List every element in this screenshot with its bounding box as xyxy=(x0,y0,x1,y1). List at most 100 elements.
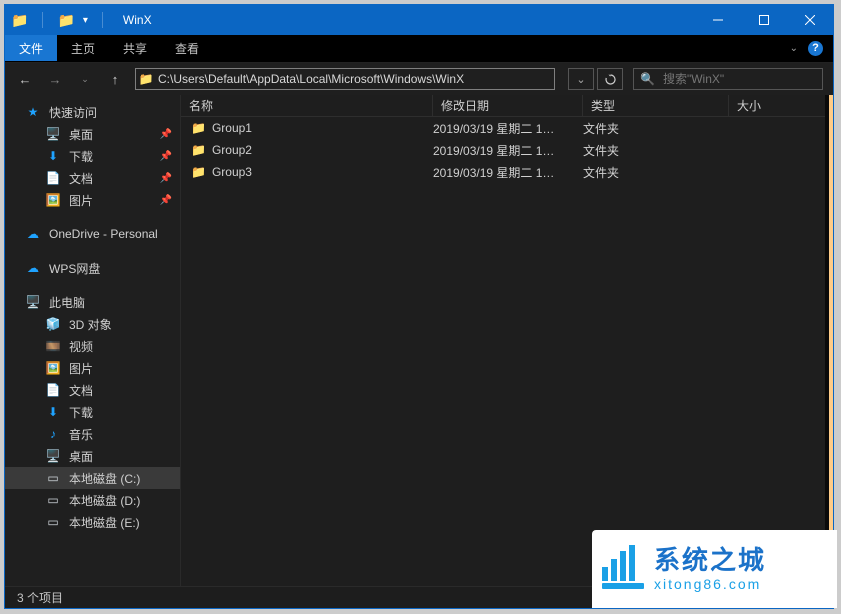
sidebar-item-label: WPS网盘 xyxy=(49,260,100,277)
sidebar-item[interactable]: ♪ 音乐 xyxy=(5,423,180,445)
drive-icon: ▭ xyxy=(45,471,61,485)
file-row[interactable]: 📁 Group2 2019/03/19 星期二 1… 文件夹 xyxy=(181,139,825,161)
minimize-icon xyxy=(713,15,723,25)
file-explorer-window: 📁 📁 ▾ WinX 文件 主页 xyxy=(4,4,834,609)
ribbon-expand-icon[interactable]: ⌄ xyxy=(790,43,798,54)
drive-icon: ▭ xyxy=(45,493,61,507)
minimize-button[interactable] xyxy=(695,5,741,35)
file-row[interactable]: 📁Group1 2019/03/19 星期二 1… 文件夹 xyxy=(181,117,825,139)
sidebar-item-label: 本地磁盘 (E:) xyxy=(69,514,140,531)
sidebar-quick-access[interactable]: ★快速访问 xyxy=(5,101,180,123)
file-date: 2019/03/19 星期二 1… xyxy=(433,120,583,137)
sidebar-item-label: 文档 xyxy=(69,382,93,399)
sidebar-item[interactable]: 🖼️ 图片 xyxy=(5,357,180,379)
column-size[interactable]: 大小 xyxy=(729,95,825,116)
maximize-button[interactable] xyxy=(741,5,787,35)
sidebar-onedrive[interactable]: ☁ OneDrive - Personal xyxy=(5,223,180,245)
search-icon: 🔍 xyxy=(640,72,655,86)
address-input[interactable] xyxy=(156,71,554,87)
nav-forward-button[interactable]: → xyxy=(45,72,65,87)
sidebar-item[interactable]: 🖥️ 桌面 xyxy=(5,445,180,467)
tab-file[interactable]: 文件 xyxy=(5,35,57,61)
close-button[interactable] xyxy=(787,5,833,35)
navigation-pane[interactable]: ★快速访问🖥️桌面📌⬇下载📌📄文档📌🖼️图片📌☁OneDrive - Perso… xyxy=(5,95,180,586)
sidebar-item[interactable]: 🧊3D 对象 xyxy=(5,313,180,335)
separator xyxy=(42,12,43,28)
tab-share[interactable]: 共享 xyxy=(109,35,161,61)
pc-icon: 🖥️ xyxy=(25,295,41,309)
folder-icon: 📁 xyxy=(136,72,156,86)
sidebar-item-label: 图片 xyxy=(69,192,93,209)
help-button[interactable]: ? xyxy=(808,41,823,56)
document-icon: 📄 xyxy=(45,171,61,185)
search-box[interactable]: 🔍 xyxy=(633,68,823,90)
sidebar-item-label: 下载 xyxy=(69,404,93,421)
drive-icon: ▭ xyxy=(45,515,61,529)
column-name[interactable]: 名称 xyxy=(181,95,433,116)
sidebar-item[interactable]: ▭ 本地磁盘 (E:) xyxy=(5,511,180,533)
address-history-button[interactable]: ⌄ xyxy=(568,68,594,90)
pin-icon: 📌 xyxy=(160,173,172,184)
file-list[interactable]: 📁Group1 2019/03/19 星期二 1… 文件夹 📁 Group2 20… xyxy=(181,117,825,586)
sidebar-item[interactable]: 🎞️视频 xyxy=(5,335,180,357)
picture-icon: 🖼️ xyxy=(45,361,61,375)
watermark-title: 系统之城 xyxy=(654,545,766,576)
close-icon xyxy=(805,15,815,25)
column-headers: 名称 修改日期 类型 大小 xyxy=(181,95,825,117)
file-name: Group2 xyxy=(212,143,252,157)
navigation-bar: ← → ⌄ ↑ 📁 ⌄ 🔍 xyxy=(5,63,833,95)
nav-back-button[interactable]: ← xyxy=(15,72,35,87)
folder-icon: 📁 xyxy=(57,12,74,29)
sidebar-item[interactable]: ▭ 本地磁盘 (C:) xyxy=(5,467,180,489)
video-icon: 🎞️ xyxy=(45,339,61,353)
sidebar-wps[interactable]: ☁ WPS网盘 xyxy=(5,257,180,279)
sidebar-item-label: 图片 xyxy=(69,360,93,377)
file-name: Group1 xyxy=(212,121,252,135)
window-title: WinX xyxy=(123,13,152,27)
sidebar-item[interactable]: 📄文档📌 xyxy=(5,167,180,189)
nav-recent-dropdown[interactable]: ⌄ xyxy=(75,74,95,85)
file-type: 文件夹 xyxy=(583,142,729,159)
file-date: 2019/03/19 星期二 1… xyxy=(433,142,583,159)
tab-home[interactable]: 主页 xyxy=(57,35,109,61)
sidebar-this-pc[interactable]: 🖥️此电脑 xyxy=(5,291,180,313)
file-date: 2019/03/19 星期二 1… xyxy=(433,164,583,181)
nav-up-button[interactable]: ↑ xyxy=(105,72,125,87)
column-type[interactable]: 类型 xyxy=(583,95,729,116)
tab-view[interactable]: 查看 xyxy=(161,35,213,61)
folder-icon: 📁 xyxy=(191,143,206,157)
watermark-url: xitong86.com xyxy=(654,576,766,593)
maximize-icon xyxy=(759,15,769,25)
ribbon-tabs: 文件 主页 共享 查看 ⌄ ? xyxy=(5,35,833,61)
pin-icon: 📌 xyxy=(160,129,172,140)
sidebar-item-label: 本地磁盘 (D:) xyxy=(69,492,140,509)
watermark-badge: 系统之城 xitong86.com xyxy=(592,530,837,608)
sidebar-item[interactable]: 🖼️图片📌 xyxy=(5,189,180,211)
sidebar-item[interactable]: 🖥️桌面📌 xyxy=(5,123,180,145)
cube-icon: 🧊 xyxy=(45,317,61,331)
desktop-icon: 🖥️ xyxy=(45,127,61,141)
file-row[interactable]: 📁Group3 2019/03/19 星期二 1… 文件夹 xyxy=(181,161,825,183)
sidebar-item[interactable]: 📄文档 xyxy=(5,379,180,401)
sidebar-item-label: 本地磁盘 (C:) xyxy=(69,470,140,487)
sidebar-item-label: OneDrive - Personal xyxy=(49,227,158,241)
sidebar-item[interactable]: ⬇下载📌 xyxy=(5,145,180,167)
sidebar-item[interactable]: ⬇ 下载 xyxy=(5,401,180,423)
address-bar[interactable]: 📁 xyxy=(135,68,555,90)
sidebar-item-label: 音乐 xyxy=(69,426,93,443)
column-date[interactable]: 修改日期 xyxy=(433,95,583,116)
title-bar[interactable]: 📁 📁 ▾ WinX xyxy=(5,5,833,35)
refresh-icon xyxy=(605,74,616,85)
music-icon: ♪ xyxy=(45,427,61,441)
cloud-icon: ☁ xyxy=(25,261,41,275)
desktop-icon: 🖥️ xyxy=(45,449,61,463)
sidebar-item[interactable]: ▭ 本地磁盘 (D:) xyxy=(5,489,180,511)
sidebar-item-label: 桌面 xyxy=(69,448,93,465)
cloud-icon: ☁ xyxy=(25,227,41,241)
file-type: 文件夹 xyxy=(583,164,729,181)
star-icon: ★ xyxy=(25,105,41,119)
refresh-button[interactable] xyxy=(597,68,623,90)
qat-dropdown-icon[interactable]: ▾ xyxy=(83,15,88,26)
search-input[interactable] xyxy=(661,71,820,87)
download-icon: ⬇ xyxy=(45,405,61,419)
